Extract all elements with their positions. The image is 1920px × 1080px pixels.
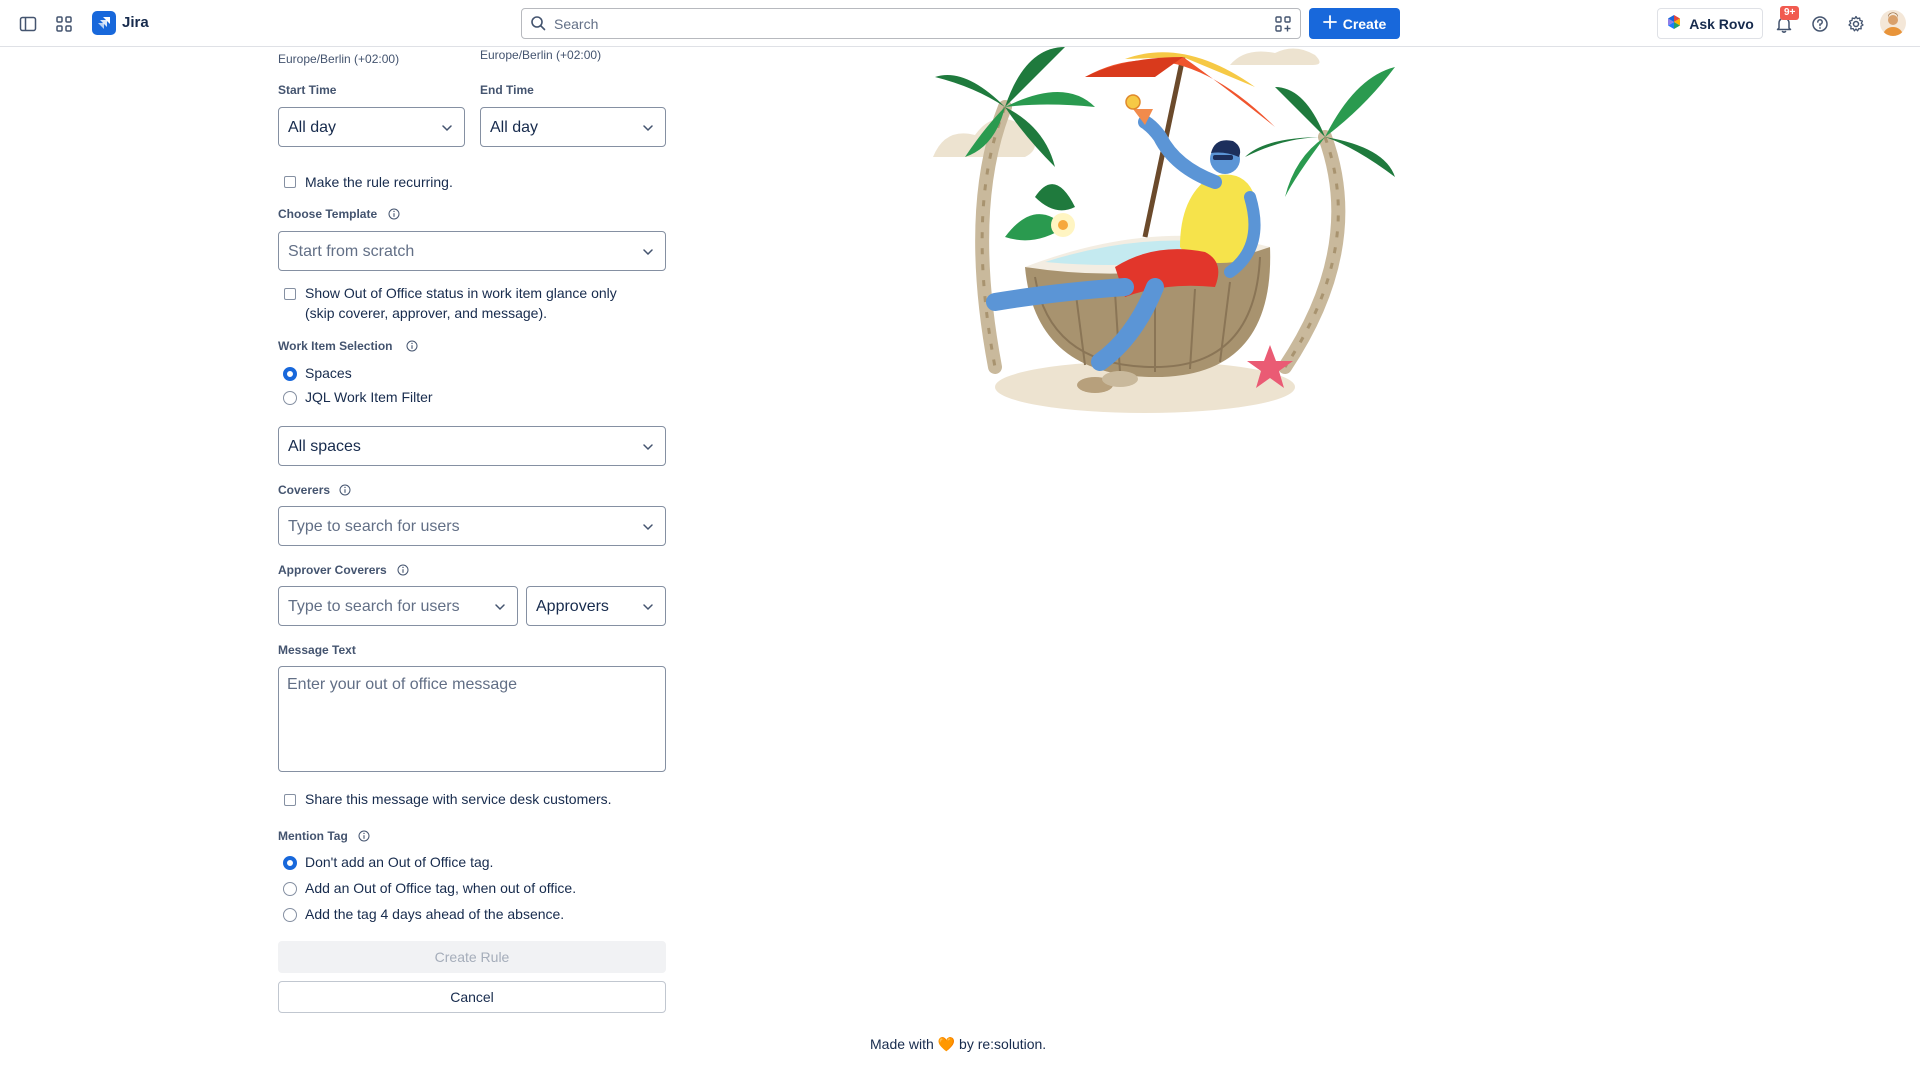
footer-suffix: by re:solution. (959, 1036, 1047, 1052)
message-placeholder: Enter your out of office message (287, 676, 518, 693)
avatar[interactable] (1880, 10, 1906, 36)
chevron-down-icon (641, 245, 655, 264)
glance-only-line1: Show Out of Office status in work item g… (305, 285, 617, 301)
radio-tag-ahead[interactable] (283, 908, 297, 922)
coverers-placeholder: Type to search for users (288, 518, 460, 535)
chevron-down-icon (641, 121, 655, 140)
create-label: Create (1342, 15, 1387, 32)
sidebar-toggle-icon[interactable] (16, 12, 40, 36)
ask-rovo-button[interactable]: Ask Rovo (1657, 8, 1763, 39)
start-timezone: Europe/Berlin (+02:00) (278, 52, 400, 66)
selection-label: Work Item Selection (278, 339, 393, 353)
template-label: Choose Template (278, 207, 378, 221)
chevron-down-icon (641, 600, 655, 619)
start-time-select[interactable]: All day (278, 107, 465, 147)
filter-icon[interactable] (1274, 15, 1292, 38)
search-icon (530, 15, 546, 36)
top-navigation-bar: Jira Search Create Ask Rovo 9+ (0, 0, 1920, 47)
coverers-label: Coverers (278, 483, 331, 497)
app-switcher-icon[interactable] (52, 12, 76, 36)
radio-tag-when-out[interactable] (283, 882, 297, 896)
heart-icon: 🧡 (937, 1036, 956, 1052)
create-rule-button[interactable]: Create Rule (278, 941, 666, 973)
notification-badge: 9+ (1780, 6, 1800, 20)
start-time-value: All day (288, 119, 337, 136)
mention-tag-label: Mention Tag (278, 829, 348, 843)
share-label: Share this message with service desk cus… (305, 791, 612, 807)
radio-tag-ahead-label: Add the tag 4 days ahead of the absence. (305, 906, 565, 922)
glance-only-checkbox[interactable] (284, 288, 296, 300)
end-time-select[interactable]: All day (480, 107, 666, 147)
approvers-value: Approvers (536, 598, 609, 615)
info-icon[interactable] (406, 340, 418, 352)
message-label: Message Text (278, 643, 356, 657)
template-value: Start from scratch (288, 243, 415, 260)
rovo-icon (1666, 14, 1682, 33)
chevron-down-icon (641, 520, 655, 539)
recurring-checkbox[interactable] (284, 176, 296, 188)
approver-coverers-select[interactable]: Type to search for users (278, 586, 518, 626)
chevron-down-icon (641, 440, 655, 459)
chevron-down-icon (440, 121, 454, 140)
info-icon[interactable] (339, 484, 351, 496)
ask-rovo-label: Ask Rovo (1689, 15, 1754, 32)
help-icon[interactable] (1808, 12, 1832, 36)
share-checkbox[interactable] (284, 794, 296, 806)
spaces-select[interactable]: All spaces (278, 426, 666, 466)
chevron-down-icon (493, 600, 507, 619)
template-select[interactable]: Start from scratch (278, 231, 666, 271)
info-icon[interactable] (388, 208, 400, 220)
vacation-illustration (933, 47, 1395, 413)
radio-jql-filter[interactable] (283, 391, 297, 405)
end-time-value: All day (490, 119, 539, 136)
radio-no-tag[interactable] (283, 856, 297, 870)
spaces-value: All spaces (288, 438, 361, 455)
info-icon[interactable] (358, 830, 370, 842)
gear-icon[interactable] (1844, 12, 1868, 36)
message-textarea[interactable]: Enter your out of office message (278, 666, 666, 772)
footer-prefix: Made with (870, 1036, 934, 1052)
cancel-button[interactable]: Cancel (278, 981, 666, 1013)
glance-only-line2: (skip coverer, approver, and message). (305, 305, 548, 321)
search-placeholder: Search (554, 16, 599, 32)
radio-no-tag-label: Don't add an Out of Office tag. (305, 854, 494, 870)
approver-coverers-placeholder: Type to search for users (288, 598, 460, 615)
glance-only-label: Show Out of Office status in work item g… (305, 283, 617, 323)
start-time-label: Start Time (278, 83, 337, 97)
radio-jql-filter-label: JQL Work Item Filter (305, 389, 433, 405)
search-input[interactable]: Search (521, 8, 1301, 39)
approver-coverers-label: Approver Coverers (278, 563, 387, 577)
end-timezone: Europe/Berlin (+02:00) (480, 48, 602, 62)
recurring-label: Make the rule recurring. (305, 174, 453, 190)
plus-icon (1322, 15, 1337, 32)
coverers-select[interactable]: Type to search for users (278, 506, 666, 546)
app-name[interactable]: Jira (122, 14, 149, 31)
radio-spaces[interactable] (283, 367, 297, 381)
info-icon[interactable] (397, 564, 409, 576)
jira-logo-icon[interactable] (92, 11, 116, 35)
radio-tag-when-out-label: Add an Out of Office tag, when out of of… (305, 880, 577, 896)
approvers-select[interactable]: Approvers (526, 586, 666, 626)
radio-spaces-label: Spaces (305, 365, 352, 381)
end-time-label: End Time (480, 83, 534, 97)
footer-credit: Made with 🧡 by re:solution. (870, 1036, 1046, 1053)
create-button[interactable]: Create (1309, 8, 1400, 39)
